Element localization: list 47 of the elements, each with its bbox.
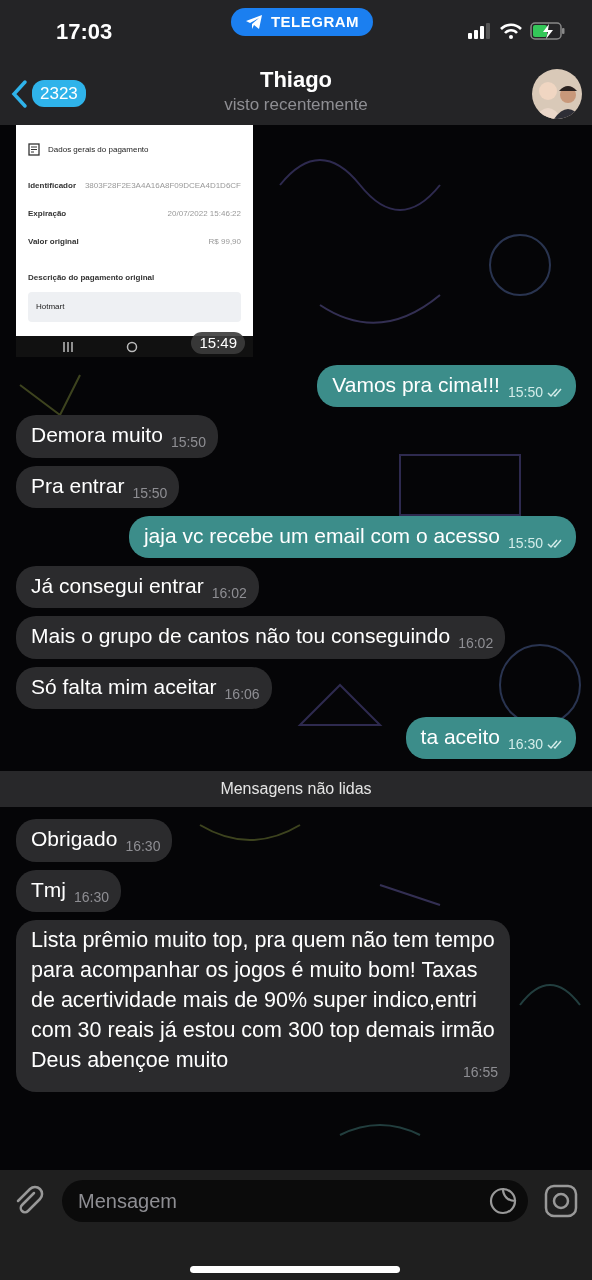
clock-time: 17:03	[56, 17, 114, 46]
outgoing-message: jaja vc recebe um email com o acesso 15:50	[128, 515, 576, 559]
wifi-icon	[500, 23, 522, 39]
detail-label: Valor original	[28, 236, 79, 248]
incoming-message: Obrigado 16:30	[16, 819, 173, 862]
recents-icon	[62, 341, 74, 352]
detail-label: Expiração	[28, 208, 67, 220]
incoming-message: Tmj 16:30	[16, 869, 122, 912]
message-time: 16:55	[462, 1062, 498, 1082]
sticker-icon[interactable]	[488, 1186, 518, 1216]
signal-icon	[468, 23, 492, 39]
message-time: 16:30	[507, 735, 543, 755]
app-pill[interactable]: TELEGRAM	[230, 7, 374, 37]
incoming-message: Mais o grupo de cantos não tou conseguindo 16:02	[16, 616, 506, 659]
message-time: 15:50	[507, 383, 543, 402]
detail-value: R$ 99,90	[208, 236, 241, 248]
outgoing-message: ta aceito 16:30	[405, 717, 576, 760]
receipt-icon	[28, 143, 40, 156]
section-title: Descrição do pagamento original	[28, 272, 156, 284]
description-field: Hotmart	[28, 292, 241, 322]
incoming-message: Demora muito 15:50	[16, 415, 218, 458]
message-time: 16:06	[224, 684, 260, 704]
screenshot-title: Dados gerais do pagamento	[48, 143, 149, 156]
back-chevron-icon[interactable]	[10, 78, 28, 109]
message-time: 15:50	[170, 433, 206, 453]
message-time: 15:50	[507, 533, 543, 553]
plane-icon	[244, 14, 263, 30]
detail-label: Identificador	[28, 180, 76, 192]
message-time: 16:02	[458, 634, 494, 654]
incoming-message: Pra entrar 15:50	[16, 465, 180, 508]
incoming-message: Lista prêmio muito top, pra quem não tem tempo para acompanhar os jogos é muito bom! Taxas de acertividade mais de 90% super indico,entri com 30 reais já estou com 300 top demais irmão Deus abençoe muito 16:55	[16, 919, 510, 1092]
outgoing-message: Vamos pra cima!!! 15:50	[317, 365, 576, 408]
battery-icon	[530, 22, 566, 40]
home-icon	[126, 340, 138, 353]
incoming-message: Já consegui entrar 16:02	[16, 566, 259, 609]
message-time: 16:30	[125, 837, 161, 857]
message-time: 15:50	[132, 483, 168, 503]
message-time: 16:30	[74, 887, 110, 907]
camera-icon[interactable]	[544, 1184, 578, 1218]
detail-value: 20/07/2022 15:46:22	[167, 208, 241, 220]
incoming-message: Só falta mim aceitar 16:06	[16, 666, 272, 710]
message-field[interactable]: Mensagem	[62, 1180, 528, 1222]
last-seen-status: visto recentemente	[224, 94, 368, 117]
message-time: 16:02	[211, 584, 247, 604]
detail-value: 3803F28F2E3A4A16A8F09DCEA4D1D6CF	[84, 180, 241, 192]
contact-name: Thiago	[258, 68, 334, 93]
avatar[interactable]	[532, 68, 582, 119]
